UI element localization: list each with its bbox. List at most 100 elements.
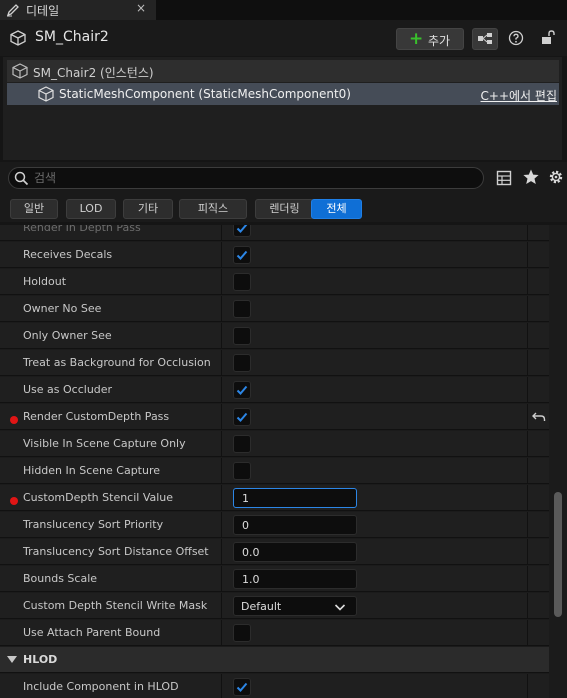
- column-divider[interactable]: [221, 620, 222, 646]
- property-label: Only Owner See: [23, 329, 112, 342]
- tab-details[interactable]: 디테일 ×: [0, 0, 156, 20]
- plus-icon: +: [409, 29, 424, 49]
- column-divider: [527, 242, 528, 268]
- property-row-include-component-in-hlod: Include Component in HLOD: [0, 674, 549, 698]
- column-divider[interactable]: [221, 377, 222, 403]
- property-checkbox[interactable]: [233, 300, 251, 318]
- property-checkbox[interactable]: [233, 354, 251, 372]
- property-label: Translucency Sort Distance Offset: [23, 545, 209, 558]
- property-row-bounds-scale: Bounds Scale 1.0: [0, 566, 549, 592]
- column-divider[interactable]: [221, 296, 222, 322]
- property-checkbox[interactable]: [233, 225, 251, 237]
- column-divider: [527, 593, 528, 619]
- column-divider[interactable]: [221, 350, 222, 376]
- checkmark-icon: [236, 412, 248, 422]
- property-label: CustomDepth Stencil Value: [23, 491, 174, 504]
- column-divider[interactable]: [221, 485, 222, 511]
- filter-lod[interactable]: LOD: [66, 199, 116, 219]
- edit-in-cpp-link[interactable]: C++에서 편집: [481, 87, 557, 104]
- close-icon[interactable]: ×: [136, 1, 146, 15]
- property-label: Render CustomDepth Pass: [23, 410, 170, 423]
- column-divider[interactable]: [221, 269, 222, 295]
- filter-physics[interactable]: 피직스: [179, 199, 247, 219]
- property-row-hidden-in-scene-capture: Hidden In Scene Capture: [0, 458, 549, 484]
- number-input[interactable]: 1.0: [233, 569, 357, 589]
- property-label: Use as Occluder: [23, 383, 113, 396]
- column-divider[interactable]: [221, 512, 222, 538]
- number-input[interactable]: 0: [233, 515, 357, 535]
- property-checkbox[interactable]: [233, 678, 251, 696]
- column-divider: [527, 431, 528, 457]
- column-divider[interactable]: [221, 404, 222, 430]
- search-input[interactable]: [34, 169, 474, 187]
- scrollbar-thumb[interactable]: [554, 492, 562, 617]
- reset-to-default-icon[interactable]: [532, 410, 546, 424]
- lock-icon[interactable]: [540, 29, 556, 47]
- column-divider[interactable]: [221, 242, 222, 268]
- property-checkbox[interactable]: [233, 408, 251, 426]
- help-icon[interactable]: [508, 30, 524, 46]
- property-row-only-owner-see: Only Owner See: [0, 323, 549, 349]
- column-divider[interactable]: [221, 539, 222, 565]
- column-divider: [527, 566, 528, 592]
- category-header-hlod[interactable]: HLOD: [0, 647, 549, 673]
- column-divider[interactable]: [221, 431, 222, 457]
- search-box[interactable]: [8, 167, 484, 189]
- column-divider: [527, 485, 528, 511]
- column-divider[interactable]: [221, 458, 222, 484]
- scrollbar-track[interactable]: [550, 225, 567, 698]
- filter-rendering[interactable]: 렌더링: [255, 199, 314, 219]
- add-component-button[interactable]: + 추가: [396, 28, 464, 50]
- column-divider: [527, 674, 528, 698]
- property-label: Owner No See: [23, 302, 102, 315]
- property-matrix-icon[interactable]: [496, 170, 512, 186]
- property-row-customdepth-stencil-value: CustomDepth Stencil Value 1: [0, 485, 549, 511]
- dropdown-select[interactable]: Default: [233, 596, 357, 616]
- column-divider: [527, 404, 528, 430]
- collapse-arrow-icon[interactable]: [7, 656, 17, 664]
- property-checkbox[interactable]: [233, 462, 251, 480]
- property-row-use-attach-parent-bound: Use Attach Parent Bound: [0, 620, 549, 646]
- column-divider: [527, 269, 528, 295]
- property-checkbox[interactable]: [233, 273, 251, 291]
- column-divider: [527, 225, 528, 241]
- property-row-treat-as-background-for-occlusion: Treat as Background for Occlusion: [0, 350, 549, 376]
- column-divider[interactable]: [221, 674, 222, 698]
- tree-item-actor[interactable]: SM_Chair2 (인스턴스): [7, 60, 559, 82]
- property-label: Treat as Background for Occlusion: [23, 356, 211, 369]
- dropdown-value: Default: [241, 600, 282, 613]
- property-row-holdout: Holdout: [0, 269, 549, 295]
- add-label: 추가: [428, 34, 451, 48]
- property-row-render-customdepth-pass: Render CustomDepth Pass: [0, 404, 549, 430]
- column-divider[interactable]: [221, 566, 222, 592]
- star-icon[interactable]: [522, 168, 540, 186]
- property-row-owner-no-see: Owner No See: [0, 296, 549, 322]
- number-input[interactable]: 0.0: [233, 542, 357, 562]
- number-input[interactable]: 1: [233, 488, 357, 508]
- property-label: Receives Decals: [23, 248, 113, 261]
- property-list: Render In Depth Pass Receives Decals Holdo…: [0, 225, 567, 698]
- property-label: Bounds Scale: [23, 572, 98, 585]
- column-divider: [527, 512, 528, 538]
- column-divider[interactable]: [221, 323, 222, 349]
- column-divider[interactable]: [221, 593, 222, 619]
- property-checkbox[interactable]: [233, 327, 251, 345]
- filter-all[interactable]: 전체: [311, 199, 362, 219]
- column-divider[interactable]: [221, 225, 222, 241]
- property-checkbox[interactable]: [233, 624, 251, 642]
- property-label: Holdout: [23, 275, 67, 288]
- property-row-receives-decals: Receives Decals: [0, 242, 549, 268]
- blueprint-button[interactable]: [472, 28, 498, 50]
- property-label: Hidden In Scene Capture: [23, 464, 161, 477]
- property-checkbox[interactable]: [233, 381, 251, 399]
- filter-general[interactable]: 일반: [10, 199, 58, 219]
- static-mesh-icon: [10, 30, 26, 46]
- category-label: HLOD: [23, 653, 58, 666]
- property-row-render-in-depth-pass: Render In Depth Pass: [0, 225, 549, 241]
- tree-item-component[interactable]: StaticMeshComponent (StaticMeshComponent…: [7, 83, 559, 105]
- property-checkbox[interactable]: [233, 435, 251, 453]
- gear-icon[interactable]: [547, 168, 565, 186]
- property-row-translucency-sort-priority: Translucency Sort Priority 0: [0, 512, 549, 538]
- filter-misc[interactable]: 기타: [123, 199, 173, 219]
- property-checkbox[interactable]: [233, 246, 251, 264]
